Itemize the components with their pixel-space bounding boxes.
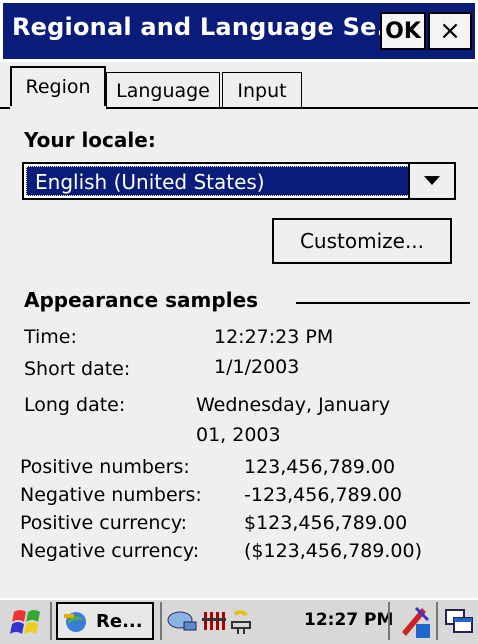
negative-numbers-label: Negative numbers: [20,484,202,506]
task-app-icon [64,612,86,632]
ok-button[interactable]: OK [380,12,426,50]
start-icon[interactable] [8,604,46,640]
battery-icon[interactable] [202,608,226,638]
locale-selected-value[interactable]: English (United States) [26,166,410,196]
taskbar-separator [50,602,52,640]
long-date-label: Long date: [24,394,126,416]
long-date-value-line1: Wednesday, January [196,394,391,416]
window-title: Regional and Language Se... [12,13,405,41]
tab-language[interactable]: Language [106,72,220,108]
task-button-label: Re... [96,610,143,632]
short-date-label: Short date: [24,358,131,380]
network-icon[interactable] [166,606,198,640]
positive-numbers-value: 123,456,789.00 [244,456,396,478]
task-button[interactable]: Re... [56,602,154,640]
taskbar-separator [160,602,162,640]
positive-currency-value: $123,456,789.00 [244,512,408,534]
short-date-value: 1/1/2003 [214,356,300,378]
time-value: 12:27:23 PM [214,326,334,348]
negative-currency-value: ($123,456,789.00) [244,540,423,562]
input-panel-icon[interactable] [396,604,432,644]
dropdown-arrow-button[interactable] [408,164,454,198]
tab-divider-gap [10,107,106,109]
close-button[interactable]: × [428,12,472,50]
locale-label: Your locale: [24,128,156,152]
long-date-value-line2: 01, 2003 [196,424,281,446]
heading-rule [296,302,470,304]
customize-button[interactable]: Customize... [272,218,452,264]
chevron-down-icon [424,176,440,185]
time-label: Time: [24,326,77,348]
appearance-samples-heading: Appearance samples [24,288,267,312]
power-icon[interactable] [228,606,260,642]
negative-currency-label: Negative currency: [20,540,200,562]
taskbar-clock[interactable]: 12:27 PM [304,610,393,630]
tab-input[interactable]: Input [222,72,302,108]
tab-region[interactable]: Region [10,66,106,106]
positive-numbers-label: Positive numbers: [20,456,190,478]
desktop-icon[interactable] [444,606,474,640]
negative-numbers-value: -123,456,789.00 [244,484,402,506]
positive-currency-label: Positive currency: [20,512,188,534]
taskbar-separator [436,602,438,640]
taskbar-separator [388,602,390,640]
locale-dropdown[interactable]: English (United States) [22,162,456,200]
